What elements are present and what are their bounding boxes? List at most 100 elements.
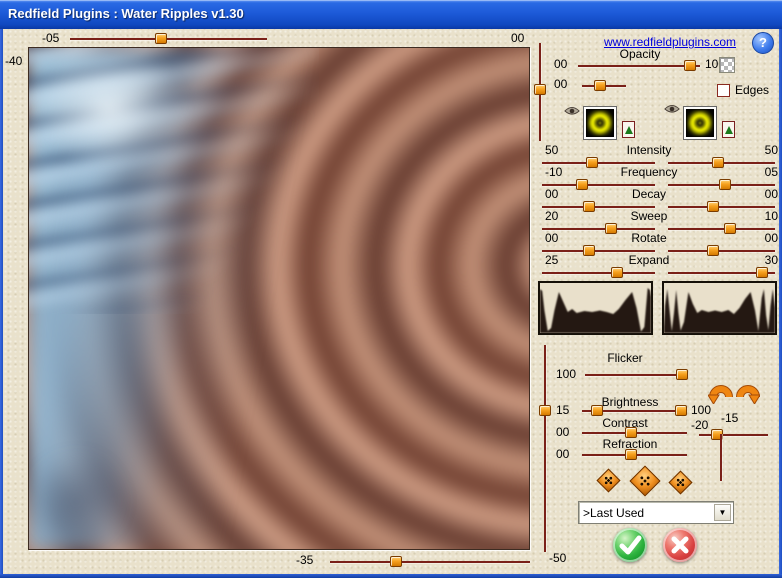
slider-left-value: 20 — [545, 210, 571, 223]
opacity-min-value: 00 — [554, 58, 567, 71]
window-border-bottom — [0, 574, 782, 578]
opacity-slider-thumb[interactable] — [684, 60, 696, 71]
light-y-slider-track[interactable] — [720, 434, 722, 481]
wave-source-thumbnail[interactable] — [683, 106, 717, 140]
brightness-low-thumb[interactable] — [591, 405, 603, 416]
slider-left-value: 50 — [545, 144, 571, 157]
phase-value: 00 — [554, 78, 567, 91]
brightness-slider-track[interactable] — [582, 410, 687, 412]
slider-right-track[interactable] — [668, 272, 775, 274]
slider-label: Frequency — [584, 166, 714, 179]
preview-bottomright-slider-thumb[interactable] — [539, 405, 551, 416]
waveform-display-left — [538, 281, 653, 335]
website-link[interactable]: www.redfieldplugins.com — [595, 35, 745, 49]
preview-topright-slider-track[interactable] — [539, 43, 541, 141]
slider-right-value: 10 — [746, 210, 778, 223]
preview-bottomright-slider-track[interactable] — [544, 345, 546, 552]
preview-top-slider-track[interactable] — [70, 38, 267, 40]
preview-canvas[interactable] — [28, 47, 530, 550]
flicker-slider-track[interactable] — [585, 374, 688, 376]
slider-left-track[interactable] — [542, 184, 655, 186]
ripple-preview-icon — [587, 110, 613, 136]
slider-left-track[interactable] — [542, 162, 655, 164]
slider-label: Intensity — [584, 144, 714, 157]
refraction-slider-thumb[interactable] — [625, 449, 637, 460]
title-bar[interactable]: Redfield Plugins : Water Ripples v1.30 — [0, 0, 782, 29]
slider-left-track[interactable] — [542, 250, 655, 252]
transparency-grid-icon[interactable] — [719, 57, 735, 73]
phase-slider-thumb[interactable] — [594, 80, 606, 91]
eye-icon[interactable] — [664, 104, 680, 114]
light-y-value: -15 — [721, 412, 738, 425]
slider-right-value: 00 — [746, 188, 778, 201]
slider-right-thumb[interactable] — [724, 223, 736, 234]
brightness-min-value: 15 — [556, 404, 569, 417]
preview-topright-slider-value: 00 — [511, 32, 524, 45]
flicker-slider-thumb[interactable] — [676, 369, 688, 380]
slider-left-thumb[interactable] — [611, 267, 623, 278]
help-icon[interactable]: ? — [752, 32, 774, 54]
preset-dropdown[interactable]: >Last Used ▼ — [578, 501, 734, 524]
water-ripples-highlight — [29, 48, 189, 168]
window-title: Redfield Plugins : Water Ripples v1.30 — [8, 6, 244, 21]
slider-right-value: 05 — [746, 166, 778, 179]
light-x-value: -20 — [691, 419, 708, 432]
slider-right-track[interactable] — [668, 184, 775, 186]
phase-slider-track[interactable] — [582, 85, 626, 87]
preview-top-slider-value: -05 — [42, 32, 59, 45]
slider-right-track[interactable] — [668, 228, 775, 230]
ok-button[interactable] — [613, 528, 647, 562]
source-up-button[interactable] — [622, 121, 635, 138]
preview-left-slider-value: -40 — [5, 55, 22, 68]
slider-left-value: 00 — [545, 188, 571, 201]
slider-right-thumb[interactable] — [756, 267, 768, 278]
slider-right-track[interactable] — [668, 250, 775, 252]
preview-bottom-slider-track[interactable] — [330, 561, 530, 563]
cancel-button[interactable] — [663, 528, 697, 562]
slider-right-thumb[interactable] — [719, 179, 731, 190]
refraction-value: 00 — [556, 448, 569, 461]
preview-bottomright-slider-value: -50 — [549, 552, 566, 565]
plugin-window: Redfield Plugins : Water Ripples v1.30 -… — [0, 0, 782, 578]
redo-arrow-icon[interactable] — [735, 379, 760, 404]
slider-right-value: 30 — [746, 254, 778, 267]
slider-right-value: 50 — [746, 144, 778, 157]
light-x-slider-track[interactable] — [699, 434, 768, 436]
wave-source-thumbnail[interactable] — [583, 106, 617, 140]
slider-left-track[interactable] — [542, 272, 655, 274]
slider-right-value: 00 — [746, 232, 778, 245]
preview-bottom-slider-thumb[interactable] — [390, 556, 402, 567]
opacity-slider-track[interactable] — [578, 65, 700, 67]
flicker-value: 100 — [556, 368, 576, 381]
ok-check-icon — [613, 528, 647, 562]
waveform-display-right — [662, 281, 777, 335]
preview-topright-slider-thumb[interactable] — [534, 84, 546, 95]
preset-dropdown-value: >Last Used — [583, 506, 644, 520]
eye-icon[interactable] — [564, 106, 580, 116]
water-ripples-shadow — [29, 309, 219, 549]
ripple-preview-icon — [687, 110, 713, 136]
slider-left-value: 00 — [545, 232, 571, 245]
up-arrow-icon — [725, 126, 733, 134]
opacity-label: Opacity — [585, 48, 695, 61]
slider-label: Expand — [584, 254, 714, 267]
up-arrow-icon — [625, 126, 633, 134]
brightness-high-thumb[interactable] — [675, 405, 687, 416]
slider-left-track[interactable] — [542, 228, 655, 230]
slider-right-thumb[interactable] — [712, 157, 724, 168]
contrast-slider-track[interactable] — [582, 432, 687, 434]
cancel-x-icon — [663, 528, 697, 562]
preview-top-slider-thumb[interactable] — [155, 33, 167, 44]
undo-arrow-icon[interactable] — [708, 379, 733, 404]
refraction-slider-track[interactable] — [582, 454, 687, 456]
edges-checkbox[interactable] — [717, 84, 730, 97]
slider-left-value: 25 — [545, 254, 571, 267]
waveform-shape — [664, 289, 775, 333]
slider-right-track[interactable] — [668, 162, 775, 164]
dropdown-arrow-button[interactable]: ▼ — [714, 504, 731, 521]
slider-right-track[interactable] — [668, 206, 775, 208]
slider-left-track[interactable] — [542, 206, 655, 208]
source-up-button[interactable] — [722, 121, 735, 138]
flicker-label: Flicker — [575, 352, 675, 365]
contrast-value: 00 — [556, 426, 569, 439]
